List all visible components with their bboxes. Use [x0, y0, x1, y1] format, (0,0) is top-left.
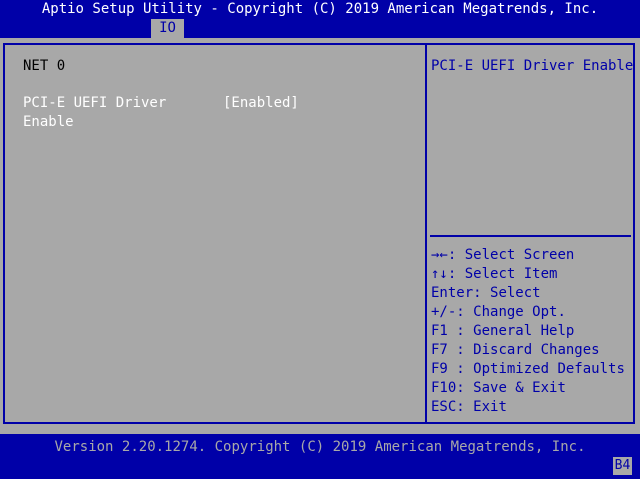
bios-title: Aptio Setup Utility - Copyright (C) 2019…: [41, 1, 599, 17]
help-action: General Help: [473, 323, 575, 339]
main-panel: NET 0 PCI-E UEFI Driver Enable [Enabled]…: [0, 38, 640, 434]
help-key: F9 :: [431, 361, 465, 377]
help-key-item: ESC: Exit: [431, 398, 507, 417]
panel-divider: [425, 43, 427, 424]
setting-label: PCI-E UEFI Driver: [23, 95, 167, 111]
post-code-badge: B4: [613, 457, 632, 475]
section-title: NET 0: [23, 58, 66, 74]
setting-label-continued: Enable: [23, 114, 74, 130]
help-action: Optimized Defaults: [473, 361, 625, 377]
help-key: ↑↓:: [431, 266, 457, 282]
help-action: Save & Exit: [473, 380, 566, 396]
help-key-item: F9 : Optimized Defaults: [431, 360, 625, 379]
setting-value[interactable]: [Enabled]: [223, 94, 299, 113]
help-action: Select Screen: [464, 247, 575, 263]
help-key: Enter:: [431, 285, 482, 301]
help-key: F1 :: [431, 323, 465, 339]
tab-bar: IO: [0, 19, 640, 38]
help-key: F7 :: [431, 342, 465, 358]
help-action: Discard Changes: [473, 342, 600, 358]
help-key-item: +/-: Change Opt.: [431, 303, 566, 322]
help-key: ESC:: [431, 399, 465, 415]
help-divider: [430, 235, 631, 237]
help-key: +/-:: [431, 304, 465, 320]
help-action: Exit: [473, 399, 507, 415]
help-key: →←:: [431, 247, 457, 263]
help-key-item: →←: Select Screen: [431, 246, 574, 265]
help-key-item: F7 : Discard Changes: [431, 341, 600, 360]
help-key-item: Enter: Select: [431, 284, 541, 303]
version-footer: Version 2.20.1274. Copyright (C) 2019 Am…: [54, 439, 586, 455]
help-key: F10:: [431, 380, 465, 396]
help-action: Select Item: [464, 266, 558, 282]
help-action: Select: [490, 285, 541, 301]
tab-io[interactable]: IO: [151, 19, 184, 38]
help-key-item: ↑↓: Select Item: [431, 265, 557, 284]
help-key-item: F1 : General Help: [431, 322, 574, 341]
help-action: Change Opt.: [473, 304, 566, 320]
help-key-item: F10: Save & Exit: [431, 379, 566, 398]
help-description: PCI-E UEFI Driver Enable: [431, 58, 634, 74]
